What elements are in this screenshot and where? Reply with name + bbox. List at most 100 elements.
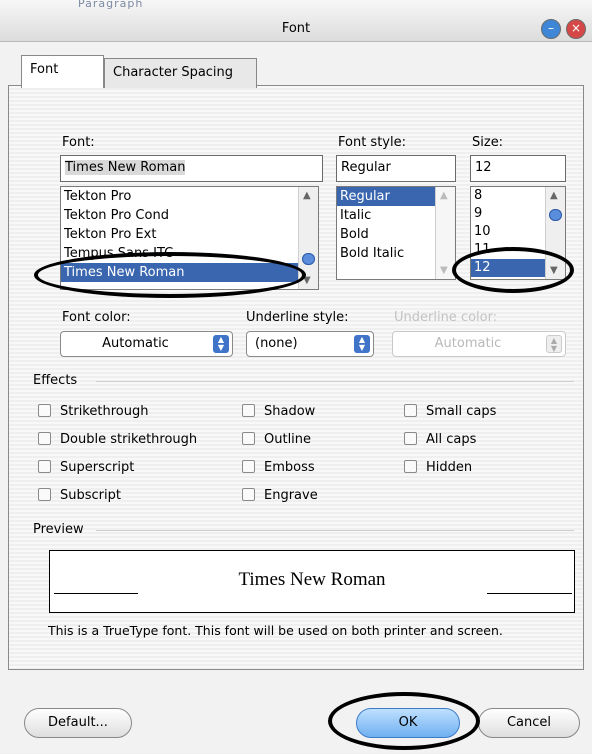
outline-checkbox[interactable]: Outline bbox=[242, 432, 318, 454]
minimize-button[interactable]: – bbox=[541, 19, 561, 39]
preview-rule-left bbox=[54, 593, 138, 594]
effects-column-3: Small caps All caps Hidden bbox=[404, 404, 496, 482]
checkbox-label: All caps bbox=[426, 432, 477, 447]
checkbox-box[interactable] bbox=[38, 432, 51, 445]
font-style-label: Font style: bbox=[338, 135, 406, 150]
effects-divider bbox=[96, 381, 574, 382]
strikethrough-checkbox[interactable]: Strikethrough bbox=[38, 404, 197, 426]
checkbox-label: Small caps bbox=[426, 404, 497, 419]
size-label: Size: bbox=[472, 135, 504, 150]
font-name-value: Times New Roman bbox=[65, 160, 186, 175]
checkbox-box[interactable] bbox=[242, 488, 255, 501]
tab-font-label: Font bbox=[30, 62, 59, 77]
size-input[interactable]: 12 bbox=[470, 155, 566, 182]
underline-color-select[interactable]: Automatic ▲ ▼ bbox=[392, 331, 566, 357]
background-window-text: Paragraph bbox=[78, 0, 144, 10]
title-bar: Paragraph Font – × bbox=[0, 0, 592, 42]
preview-divider bbox=[96, 530, 574, 531]
checkbox-box[interactable] bbox=[38, 404, 51, 417]
ok-button-label: OK bbox=[398, 715, 418, 730]
underline-style-label: Underline style: bbox=[246, 310, 349, 325]
engrave-checkbox[interactable]: Engrave bbox=[242, 488, 318, 510]
cancel-button-label: Cancel bbox=[506, 715, 552, 730]
scroll-thumb[interactable] bbox=[302, 253, 315, 265]
font-name-input[interactable]: Times New Roman bbox=[60, 155, 323, 182]
checkbox-box[interactable] bbox=[38, 488, 51, 501]
effects-column-1: Strikethrough Double strikethrough Super… bbox=[38, 404, 197, 510]
updown-arrows-icon: ▲ ▼ bbox=[354, 335, 370, 353]
checkbox-box[interactable] bbox=[242, 432, 255, 445]
superscript-checkbox[interactable]: Superscript bbox=[38, 460, 197, 482]
font-color-value: Automatic bbox=[102, 336, 169, 351]
scroll-down-icon[interactable]: ▼ bbox=[440, 265, 448, 276]
preview-note: This is a TrueType font. This font will … bbox=[48, 623, 503, 638]
font-style-input[interactable]: Regular bbox=[336, 155, 456, 182]
scroll-up-icon[interactable]: ▲ bbox=[550, 190, 558, 201]
checkbox-box[interactable] bbox=[242, 404, 255, 417]
default-button-label: Default... bbox=[48, 715, 108, 730]
double-strikethrough-checkbox[interactable]: Double strikethrough bbox=[38, 432, 197, 454]
close-button[interactable]: × bbox=[566, 19, 586, 39]
shadow-checkbox[interactable]: Shadow bbox=[242, 404, 318, 426]
checkbox-label: Subscript bbox=[60, 488, 121, 503]
subscript-checkbox[interactable]: Subscript bbox=[38, 488, 197, 510]
window-title: Font bbox=[281, 21, 311, 36]
ok-button[interactable]: OK bbox=[356, 708, 460, 738]
underline-style-select[interactable]: (none) ▲ ▼ bbox=[246, 331, 374, 357]
checkbox-label: Engrave bbox=[264, 488, 318, 503]
preview-box: Times New Roman bbox=[49, 550, 575, 613]
checkbox-box[interactable] bbox=[404, 432, 417, 445]
small-caps-checkbox[interactable]: Small caps bbox=[404, 404, 496, 426]
checkbox-label: Shadow bbox=[264, 404, 316, 419]
checkbox-box[interactable] bbox=[38, 460, 51, 473]
font-style-list[interactable]: Regular Italic Bold Bold Italic ▲ ▼ bbox=[336, 186, 456, 280]
font-list-scrollbar[interactable]: ▲ ▼ bbox=[298, 187, 318, 289]
font-list[interactable]: Tekton Pro Tekton Pro Cond Tekton Pro Ex… bbox=[60, 186, 319, 290]
effects-column-2: Shadow Outline Emboss Engrave bbox=[242, 404, 318, 510]
size-value: 12 bbox=[475, 160, 492, 175]
preview-sample-text: Times New Roman bbox=[238, 569, 386, 590]
font-color-select[interactable]: Automatic ▲ ▼ bbox=[60, 331, 233, 357]
hidden-checkbox[interactable]: Hidden bbox=[404, 460, 496, 482]
default-button[interactable]: Default... bbox=[24, 708, 132, 738]
preview-rule-right bbox=[487, 593, 572, 594]
checkbox-label: Outline bbox=[264, 432, 312, 447]
preview-label: Preview bbox=[33, 522, 84, 537]
updown-arrows-icon: ▲ ▼ bbox=[546, 335, 562, 353]
tab-font[interactable]: Font bbox=[21, 55, 104, 88]
list-item-selected[interactable]: Times New Roman bbox=[61, 263, 318, 282]
underline-color-label: Underline color: bbox=[394, 310, 498, 325]
effects-label: Effects bbox=[33, 373, 78, 388]
checkbox-box[interactable] bbox=[404, 404, 417, 417]
font-color-label: Font color: bbox=[62, 310, 131, 325]
checkbox-label: Double strikethrough bbox=[60, 432, 198, 447]
emboss-checkbox[interactable]: Emboss bbox=[242, 460, 318, 482]
checkbox-label: Emboss bbox=[264, 460, 315, 475]
list-item[interactable]: Tempus Sans ITC bbox=[61, 244, 318, 263]
scroll-up-icon[interactable]: ▲ bbox=[303, 190, 311, 201]
font-label: Font: bbox=[62, 135, 95, 150]
checkbox-box[interactable] bbox=[404, 460, 417, 473]
scroll-thumb[interactable] bbox=[549, 209, 562, 221]
checkbox-label: Strikethrough bbox=[60, 404, 149, 419]
font-style-scrollbar[interactable]: ▲ ▼ bbox=[435, 187, 455, 279]
all-caps-checkbox[interactable]: All caps bbox=[404, 432, 496, 454]
list-item[interactable]: Tekton Pro bbox=[61, 187, 318, 206]
checkbox-box[interactable] bbox=[242, 460, 255, 473]
underline-style-value: (none) bbox=[255, 336, 298, 351]
cancel-button[interactable]: Cancel bbox=[478, 708, 580, 738]
scroll-up-icon[interactable]: ▲ bbox=[440, 190, 448, 201]
font-style-value: Regular bbox=[341, 160, 391, 175]
tab-character-spacing-label: Character Spacing bbox=[113, 65, 234, 80]
size-list[interactable]: 8 9 10 11 12 ▲ ▼ bbox=[470, 186, 566, 280]
updown-arrows-icon: ▲ ▼ bbox=[213, 335, 229, 353]
underline-color-value: Automatic bbox=[434, 336, 502, 351]
tab-character-spacing[interactable]: Character Spacing bbox=[104, 58, 257, 88]
list-item[interactable]: Tekton Pro Ext bbox=[61, 225, 318, 244]
scroll-down-icon[interactable]: ▼ bbox=[550, 265, 558, 276]
list-item[interactable]: Tekton Pro Cond bbox=[61, 206, 318, 225]
checkbox-label: Superscript bbox=[60, 460, 135, 475]
scroll-down-icon[interactable]: ▼ bbox=[303, 275, 311, 286]
checkbox-label: Hidden bbox=[426, 460, 473, 475]
size-list-scrollbar[interactable]: ▲ ▼ bbox=[545, 187, 565, 279]
